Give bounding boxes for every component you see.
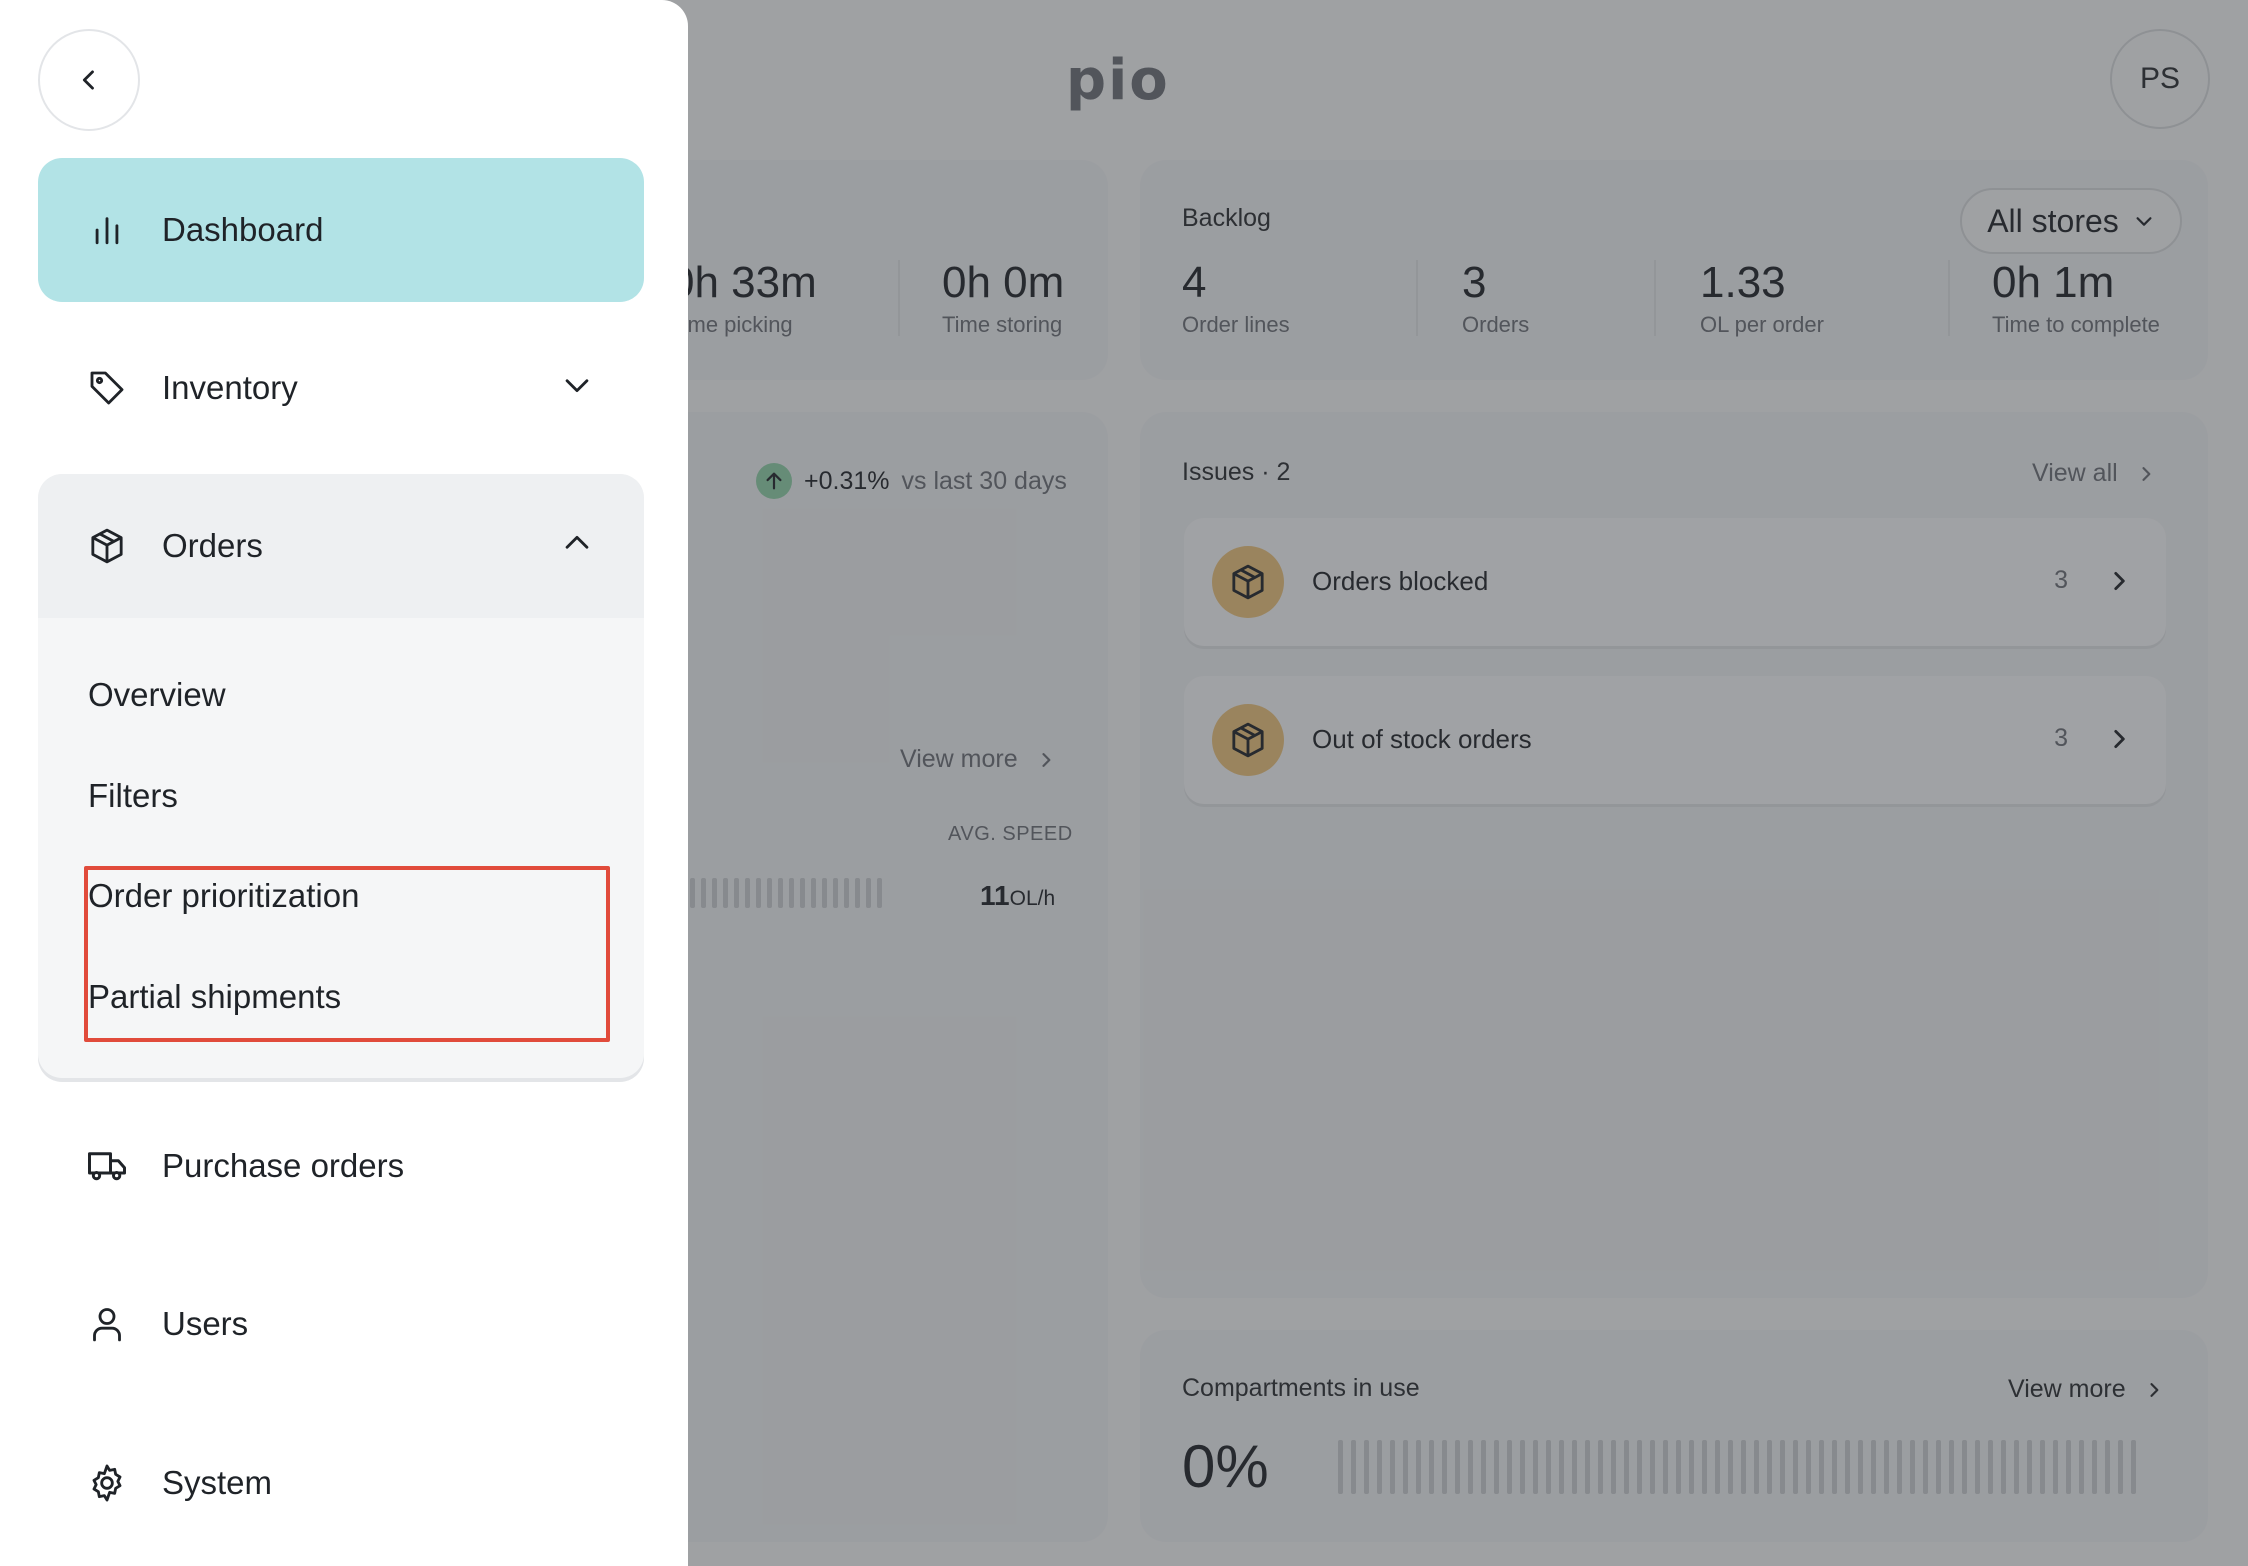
back-button[interactable] <box>38 29 140 131</box>
tag-icon <box>86 367 128 409</box>
package-icon <box>86 525 128 567</box>
nav-item-label: Dashboard <box>162 211 324 248</box>
nav-item-users[interactable]: Users <box>38 1252 644 1396</box>
nav-item-dashboard[interactable]: Dashboard <box>38 158 644 302</box>
nav-item-label: Purchase orders <box>162 1147 405 1184</box>
user-icon <box>86 1303 128 1345</box>
chevron-up-icon <box>565 535 589 549</box>
nav-item-label: Orders <box>162 527 263 564</box>
gear-icon <box>86 1462 128 1504</box>
highlight-annotation-box <box>84 866 610 1042</box>
chevron-left-icon <box>82 70 94 90</box>
chevron-down-icon <box>565 379 589 393</box>
nav-item-label: Inventory <box>162 369 298 406</box>
bar-chart-icon <box>86 209 128 251</box>
nav-item-inventory[interactable]: Inventory <box>38 316 644 460</box>
nav-item-label: System <box>162 1464 273 1501</box>
sub-item-filters[interactable]: Filters <box>88 777 178 815</box>
nav-item-purchase-orders[interactable]: Purchase orders <box>38 1094 644 1238</box>
nav-item-label: Users <box>162 1305 249 1342</box>
nav-item-orders[interactable]: Orders <box>38 474 644 618</box>
sub-item-overview[interactable]: Overview <box>88 676 226 714</box>
navigation-drawer: Dashboard Inventory Orders Overview Filt… <box>0 0 688 1566</box>
truck-icon <box>86 1145 128 1187</box>
nav-item-system[interactable]: System <box>38 1411 644 1555</box>
